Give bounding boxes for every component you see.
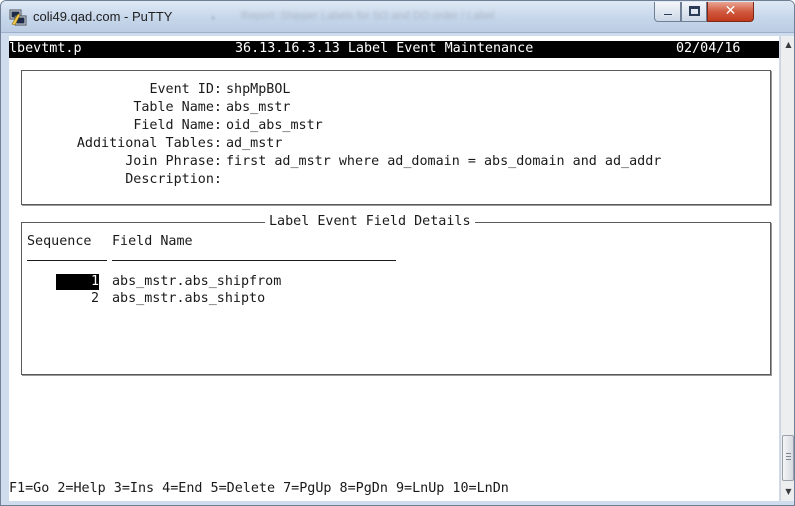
putty-window: coli49.qad.com - PuTTY • Report: Shipper… (0, 0, 795, 506)
additional-tables-label: Additional Tables: (76, 136, 222, 151)
minimize-icon (663, 13, 673, 16)
sequence-column-underline (27, 260, 107, 261)
event-id-field[interactable]: shpMpBOL (226, 82, 291, 98)
header-date: 02/04/16 (676, 41, 741, 56)
join-phrase-label: Join Phrase: (125, 154, 222, 169)
field-name-field[interactable]: oid_abs_mstr (226, 118, 323, 134)
field-details-caption: Label Event Field Details (265, 214, 475, 230)
maximize-icon (689, 6, 700, 16)
field-name-label: Field Name: (133, 118, 222, 133)
page-title: 36.13.16.3.13 Label Event Maintenance (235, 41, 534, 56)
minimize-button[interactable] (654, 2, 681, 22)
vertical-scrollbar[interactable]: ▲ ▼ (780, 36, 794, 501)
additional-tables-field[interactable]: ad_mstr (226, 136, 282, 152)
scroll-up-icon[interactable]: ▲ (781, 37, 794, 53)
table-name-field[interactable]: abs_mstr (226, 100, 291, 116)
close-button[interactable]: ✕ (707, 2, 754, 22)
row-field-name[interactable]: abs_mstr.abs_shipto (112, 291, 265, 307)
scroll-down-icon[interactable]: ▼ (781, 484, 794, 500)
scrollbar-thumb[interactable] (782, 435, 794, 481)
row-sequence[interactable]: 2 (56, 291, 99, 307)
close-icon: ✕ (724, 3, 737, 19)
function-key-help: F1=Go 2=Help 3=Ins 4=End 5=Delete 7=PgUp… (9, 481, 509, 496)
program-name: lbevtmt.p (9, 41, 82, 56)
program-header-bar: lbevtmt.p 36.13.16.3.13 Label Event Main… (9, 41, 779, 58)
background-window-title: Report: Shipper Labels for SO and DO ord… (241, 10, 495, 21)
field-name-column-header: Field Name (112, 234, 193, 249)
putty-app-icon[interactable] (9, 8, 27, 26)
event-id-label: Event ID: (149, 82, 222, 97)
window-title: coli49.qad.com - PuTTY (33, 9, 173, 24)
join-phrase-field[interactable]: first ad_mstr where ad_domain = abs_doma… (226, 154, 661, 170)
terminal-screen[interactable]: lbevtmt.p 36.13.16.3.13 Label Event Main… (9, 36, 779, 501)
sequence-column-header: Sequence (27, 234, 92, 249)
row-sequence[interactable]: 1 (56, 274, 99, 290)
maximize-button[interactable] (681, 2, 707, 22)
title-bar[interactable]: coli49.qad.com - PuTTY • Report: Shipper… (1, 1, 794, 33)
field-name-column-underline (112, 260, 396, 261)
table-name-label: Table Name: (133, 100, 222, 115)
description-label: Description: (125, 172, 222, 187)
grip-icon (786, 453, 791, 462)
background-tab-bullet: • (211, 11, 216, 25)
row-field-name[interactable]: abs_mstr.abs_shipfrom (112, 274, 281, 290)
